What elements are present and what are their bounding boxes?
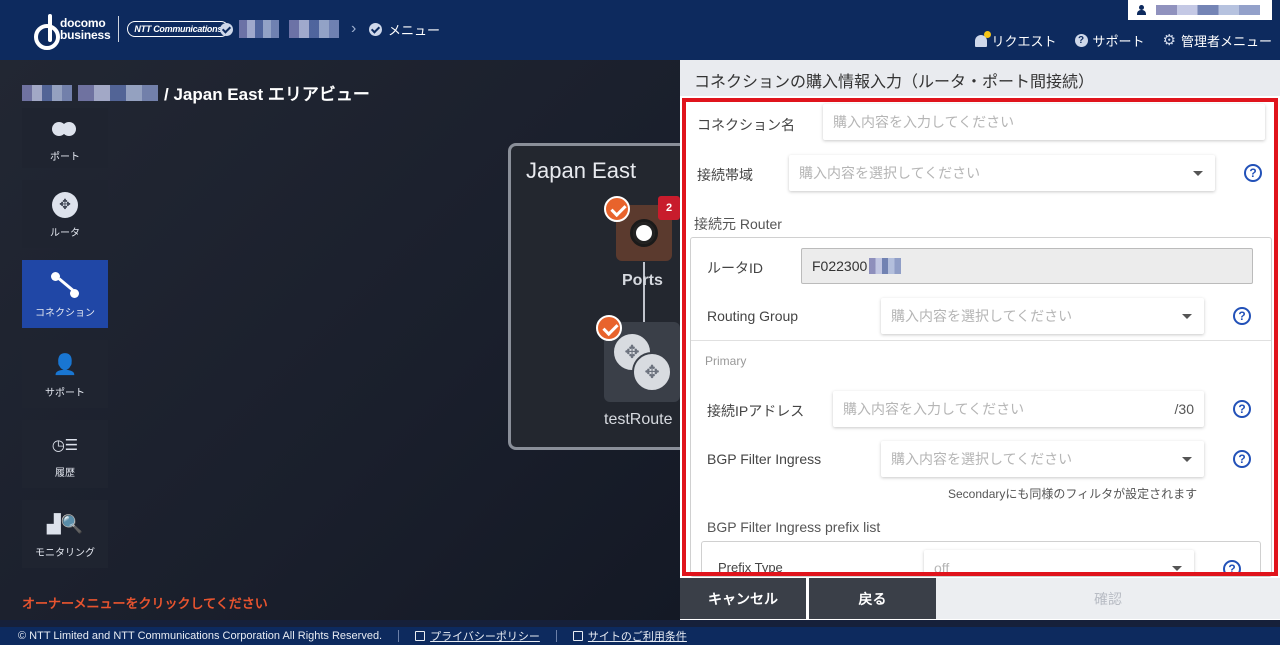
terms-link[interactable]: サイトのご利用条件 xyxy=(572,628,687,644)
app-header: docomo business NTT Communications › メニュ… xyxy=(0,0,1280,60)
port-circle-icon xyxy=(633,222,655,244)
menu-label: メニュー xyxy=(388,23,441,38)
redacted-text xyxy=(22,84,72,101)
ntt-communications-logo: NTT Communications xyxy=(127,21,230,37)
bandwidth-label: 接続帯域 xyxy=(697,167,753,183)
copyright-text: © NTT Limited and NTT Communications Cor… xyxy=(18,630,383,642)
check-circle-icon xyxy=(220,22,233,36)
admin-menu-link[interactable]: ⚙ 管理者メニュー xyxy=(1163,31,1272,50)
source-router-section: 接続元 Router xyxy=(694,216,782,232)
sidebar: ポート ✥ ルータ コネクション 👤 サポート ◷☰ 履歴 ▟🔍 モニタリング xyxy=(22,108,108,580)
help-icon[interactable]: ? xyxy=(1233,400,1251,418)
redacted-text xyxy=(289,20,339,38)
bandwidth-select[interactable]: 購入内容を選択してください xyxy=(789,155,1215,191)
router-icon: ✥ xyxy=(632,352,672,392)
redacted-text xyxy=(239,20,279,38)
router-id-field: F022300 xyxy=(801,248,1253,284)
sidebar-item-router[interactable]: ✥ ルータ xyxy=(22,180,108,248)
prefix-type-box: Prefix Type off ? xyxy=(701,541,1261,573)
ip-address-input[interactable]: 購入内容を入力してください /30 xyxy=(833,391,1204,427)
top-navigation: リクエスト ? サポート ⚙ 管理者メニュー xyxy=(974,30,1272,50)
ports-label: Ports xyxy=(622,272,663,289)
support-link[interactable]: ? サポート xyxy=(1074,31,1145,50)
bgp-ingress-label: BGP Filter Ingress xyxy=(707,451,822,467)
sidebar-item-port[interactable]: ポート xyxy=(22,108,108,168)
sidebar-item-support[interactable]: 👤 サポート xyxy=(22,340,108,408)
redacted-text xyxy=(78,84,158,101)
question-icon: ? xyxy=(1074,34,1088,47)
external-link-icon xyxy=(572,631,583,641)
request-link[interactable]: リクエスト xyxy=(974,30,1057,50)
check-circle-icon xyxy=(369,23,382,36)
port-icon xyxy=(52,121,78,136)
history-icon: ◷☰ xyxy=(51,436,79,454)
primary-label: Primary xyxy=(705,354,747,368)
router-label: testRoute xyxy=(604,411,673,428)
prefix-type-label: Prefix Type xyxy=(718,560,783,573)
chevron-right-icon: › xyxy=(351,20,357,37)
bgp-ingress-select[interactable]: 購入内容を選択してください xyxy=(881,441,1204,477)
page-footer: © NTT Limited and NTT Communications Cor… xyxy=(0,627,1280,645)
redacted-text xyxy=(869,258,902,274)
gear-icon: ⚙ xyxy=(1162,32,1176,49)
user-account-box[interactable] xyxy=(1128,0,1272,20)
ports-count-badge: 2 xyxy=(658,196,680,220)
help-icon[interactable]: ? xyxy=(1233,307,1251,325)
docomo-d-icon xyxy=(34,14,60,50)
monitoring-magnifier-icon: ▟🔍 xyxy=(46,514,84,534)
ip-address-label: 接続IPアドレス xyxy=(707,403,805,419)
logo-line2: business xyxy=(60,28,111,42)
routing-group-label: Routing Group xyxy=(707,308,799,324)
router-icon: ✥ xyxy=(52,191,78,218)
bell-icon xyxy=(974,30,991,47)
panel-title: コネクションの購入情報入力（ルータ・ポート間接続） xyxy=(680,60,1280,96)
breadcrumb-account[interactable]: › xyxy=(220,20,368,38)
connection-name-label: コネクション名 xyxy=(697,117,795,133)
external-link-icon xyxy=(415,631,426,641)
prefix-type-select[interactable]: off xyxy=(924,550,1194,573)
section-divider xyxy=(691,340,1271,341)
help-icon[interactable]: ? xyxy=(1233,450,1251,468)
privacy-policy-link[interactable]: プライバシーポリシー xyxy=(415,628,540,644)
support-person-gear-icon: 👤 xyxy=(52,354,78,376)
help-icon[interactable]: ? xyxy=(1223,560,1241,573)
back-button[interactable]: 戻る xyxy=(809,578,936,619)
help-icon[interactable]: ? xyxy=(1244,164,1262,182)
connection-name-input[interactable]: 購入内容を入力してください xyxy=(823,104,1265,140)
sidebar-item-monitoring[interactable]: ▟🔍 モニタリング xyxy=(22,500,108,568)
router-id-label: ルータID xyxy=(707,260,763,276)
routing-group-select[interactable]: 購入内容を選択してください xyxy=(881,298,1204,334)
breadcrumb-menu[interactable]: メニュー xyxy=(369,20,440,39)
area-title: Japan East xyxy=(526,158,637,183)
hint-text: オーナーメニューをクリックしてください xyxy=(22,596,268,611)
docomo-business-logo[interactable]: docomo business NTT Communications xyxy=(34,14,230,50)
area-japan-east-box[interactable] xyxy=(508,143,688,450)
check-badge-icon xyxy=(596,315,622,341)
user-icon xyxy=(1136,5,1146,15)
bgp-note: Secondaryにも同様のフィルタが設定されます xyxy=(948,487,1198,501)
sidebar-item-history[interactable]: ◷☰ 履歴 xyxy=(22,420,108,488)
check-badge-icon xyxy=(604,196,630,222)
page-title: / Japan East エリアビュー xyxy=(22,80,370,105)
connection-icon xyxy=(51,271,79,298)
bgp-prefix-section: BGP Filter Ingress prefix list xyxy=(707,519,881,535)
redacted-username xyxy=(1156,5,1260,15)
ip-suffix: /30 xyxy=(1174,401,1194,417)
confirm-button[interactable]: 確認 xyxy=(936,578,1280,619)
sidebar-item-connection[interactable]: コネクション xyxy=(22,260,108,328)
logo-divider xyxy=(118,16,120,42)
cancel-button[interactable]: キャンセル xyxy=(680,578,806,619)
